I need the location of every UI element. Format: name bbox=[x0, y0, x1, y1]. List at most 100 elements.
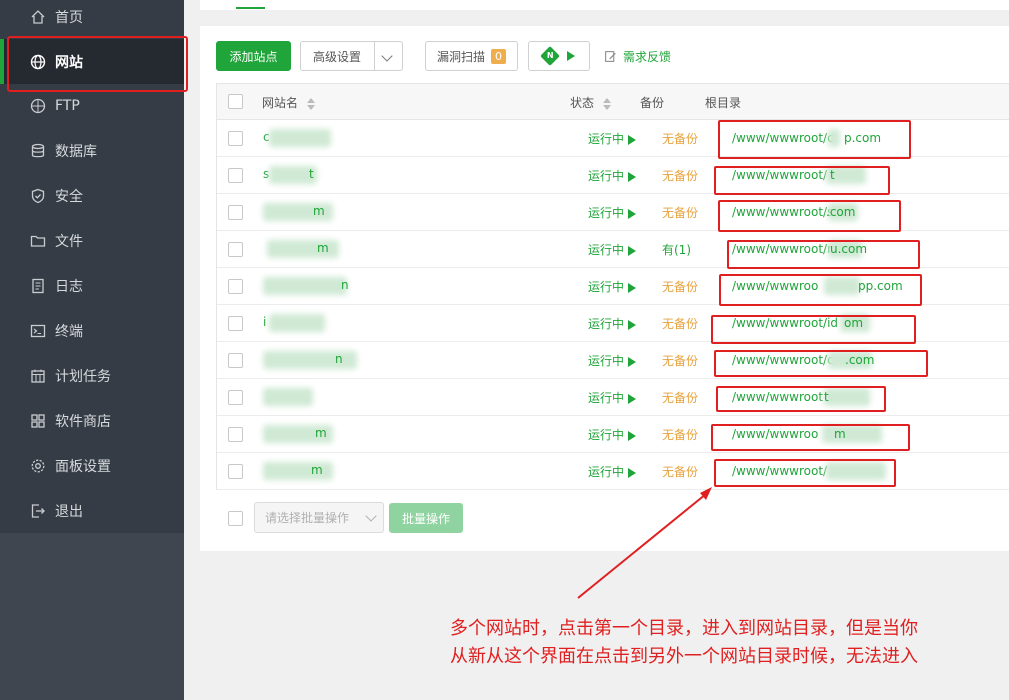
root-dir-link[interactable]: /www/wwwroot/ bbox=[732, 168, 827, 182]
root-dir-tail[interactable]: p.com bbox=[844, 131, 881, 145]
row-checkbox[interactable] bbox=[228, 390, 243, 405]
sidebar-item[interactable]: 终端 bbox=[0, 308, 184, 353]
sidebar-item[interactable]: 日志 bbox=[0, 263, 184, 308]
feedback-link[interactable]: 需求反馈 bbox=[604, 48, 671, 65]
select-all-checkbox[interactable] bbox=[228, 94, 243, 109]
site-name-tail[interactable]: m bbox=[311, 463, 323, 477]
root-dir-link[interactable]: /www/wwwroo bbox=[732, 427, 818, 441]
header-status[interactable]: 状态 bbox=[570, 94, 611, 111]
ftp-icon bbox=[30, 98, 46, 114]
sidebar-item[interactable]: 文件 bbox=[0, 218, 184, 263]
table-row: 运行中 无备份/www/wwwroot t bbox=[217, 379, 1009, 416]
root-dir-tail[interactable]: .com bbox=[845, 353, 874, 367]
redaction-blur bbox=[263, 351, 357, 369]
row-checkbox[interactable] bbox=[228, 205, 243, 220]
sidebar-item[interactable]: 软件商店 bbox=[0, 398, 184, 443]
row-checkbox[interactable] bbox=[228, 279, 243, 294]
globe-icon bbox=[30, 54, 46, 70]
backup-link[interactable]: 无备份 bbox=[662, 204, 698, 221]
bulk-select-checkbox[interactable] bbox=[228, 511, 243, 526]
sidebar-item[interactable]: 计划任务 bbox=[0, 353, 184, 398]
redaction-blur bbox=[269, 129, 331, 147]
bulk-action-select[interactable]: 请选择批量操作 bbox=[254, 502, 384, 533]
row-checkbox[interactable] bbox=[228, 316, 243, 331]
sort-icon[interactable] bbox=[306, 97, 315, 110]
backup-link[interactable]: 无备份 bbox=[662, 167, 698, 184]
sidebar-item[interactable]: 面板设置 bbox=[0, 443, 184, 488]
root-dir-link[interactable]: /www/wwwroot/ bbox=[732, 464, 827, 478]
sidebar-item[interactable]: 网站 bbox=[0, 39, 184, 84]
play-icon bbox=[628, 134, 637, 145]
site-name-tail[interactable]: n bbox=[341, 278, 349, 292]
root-dir-tail[interactable]: u.com bbox=[830, 242, 867, 256]
root-dir-link[interactable]: /www/wwwroot/c bbox=[732, 131, 834, 145]
row-checkbox[interactable] bbox=[228, 131, 243, 146]
status-toggle[interactable]: 运行中 bbox=[588, 389, 637, 406]
status-toggle[interactable]: 运行中 bbox=[588, 130, 637, 147]
bulk-action-placeholder: 请选择批量操作 bbox=[265, 511, 350, 525]
header-site-name[interactable]: 网站名 bbox=[262, 94, 315, 111]
status-toggle[interactable]: 运行中 bbox=[588, 315, 637, 332]
vuln-scan-button[interactable]: 漏洞扫描 0 bbox=[425, 41, 518, 71]
backup-link[interactable]: 无备份 bbox=[662, 389, 698, 406]
root-dir-tail[interactable]: t bbox=[824, 390, 829, 404]
status-toggle[interactable]: 运行中 bbox=[588, 278, 637, 295]
site-name[interactable]: i bbox=[263, 315, 266, 329]
backup-link[interactable]: 有(1) bbox=[662, 241, 691, 258]
site-name-tail[interactable]: m bbox=[317, 241, 329, 255]
shield-icon bbox=[30, 188, 46, 204]
status-toggle[interactable]: 运行中 bbox=[588, 241, 637, 258]
bulk-action-button[interactable]: 批量操作 bbox=[389, 503, 463, 533]
status-toggle[interactable]: 运行中 bbox=[588, 204, 637, 221]
row-checkbox[interactable] bbox=[228, 427, 243, 442]
backup-link[interactable]: 无备份 bbox=[662, 426, 698, 443]
status-toggle[interactable]: 运行中 bbox=[588, 426, 637, 443]
backup-link[interactable]: 无备份 bbox=[662, 352, 698, 369]
root-dir-link[interactable]: /www/wwwroo bbox=[732, 279, 818, 293]
status-toggle[interactable]: 运行中 bbox=[588, 167, 637, 184]
sidebar-item[interactable]: FTP bbox=[0, 83, 184, 128]
nginx-control-button[interactable]: N bbox=[528, 41, 590, 71]
sidebar-item-label: 日志 bbox=[55, 278, 83, 295]
site-name-tail[interactable]: m bbox=[315, 426, 327, 440]
sort-icon[interactable] bbox=[602, 97, 611, 110]
annotation-text: 多个网站时，点击第一个目录，进入到网站目录，但是当你 从新从这个界面在点击到另外… bbox=[450, 615, 918, 671]
table-row: i 运行中 无备份/www/wwwroot/id om bbox=[217, 305, 1009, 342]
vuln-count-badge: 0 bbox=[491, 48, 506, 64]
root-dir-link[interactable]: /www/wwwroot/id bbox=[732, 316, 838, 330]
sidebar-item[interactable]: 退出 bbox=[0, 488, 184, 533]
status-toggle[interactable]: 运行中 bbox=[588, 463, 637, 480]
site-name-tail[interactable]: t bbox=[309, 167, 314, 181]
root-dir-tail[interactable]: .com bbox=[826, 205, 855, 219]
sidebar-item[interactable]: 安全 bbox=[0, 173, 184, 218]
row-checkbox[interactable] bbox=[228, 168, 243, 183]
add-site-button[interactable]: 添加站点 bbox=[216, 41, 291, 71]
sidebar-item-label: 软件商店 bbox=[55, 413, 111, 430]
redaction-blur bbox=[263, 277, 347, 295]
root-dir-tail[interactable]: m bbox=[834, 427, 846, 441]
backup-link[interactable]: 无备份 bbox=[662, 463, 698, 480]
root-dir-tail[interactable]: om bbox=[844, 316, 863, 330]
row-checkbox[interactable] bbox=[228, 464, 243, 479]
row-checkbox[interactable] bbox=[228, 242, 243, 257]
advanced-settings-label: 高级设置 bbox=[313, 49, 362, 64]
site-name-tail[interactable]: m bbox=[313, 204, 325, 218]
vuln-scan-label: 漏洞扫描 bbox=[436, 49, 485, 64]
root-dir-link[interactable]: /www/wwwroot/c bbox=[732, 353, 834, 367]
backup-link[interactable]: 无备份 bbox=[662, 130, 698, 147]
status-toggle[interactable]: 运行中 bbox=[588, 352, 637, 369]
table-row: m 运行中 无备份/www/wwwroo m bbox=[217, 416, 1009, 453]
root-dir-tail[interactable]: pp.com bbox=[858, 279, 903, 293]
database-icon bbox=[30, 143, 46, 159]
logout-icon bbox=[30, 503, 46, 519]
backup-link[interactable]: 无备份 bbox=[662, 315, 698, 332]
backup-link[interactable]: 无备份 bbox=[662, 278, 698, 295]
root-dir-link[interactable]: /www/wwwroot bbox=[732, 390, 823, 404]
row-checkbox[interactable] bbox=[228, 353, 243, 368]
site-name-tail[interactable]: n bbox=[335, 352, 343, 366]
root-dir-link[interactable]: /www/wwwroot/r bbox=[732, 242, 832, 256]
sidebar-item[interactable]: 数据库 bbox=[0, 128, 184, 173]
root-dir-tail[interactable]: t bbox=[830, 168, 835, 182]
root-dir-link[interactable]: /www/wwwroot/s bbox=[732, 205, 833, 219]
sidebar-item[interactable]: 首页 bbox=[0, 0, 184, 39]
